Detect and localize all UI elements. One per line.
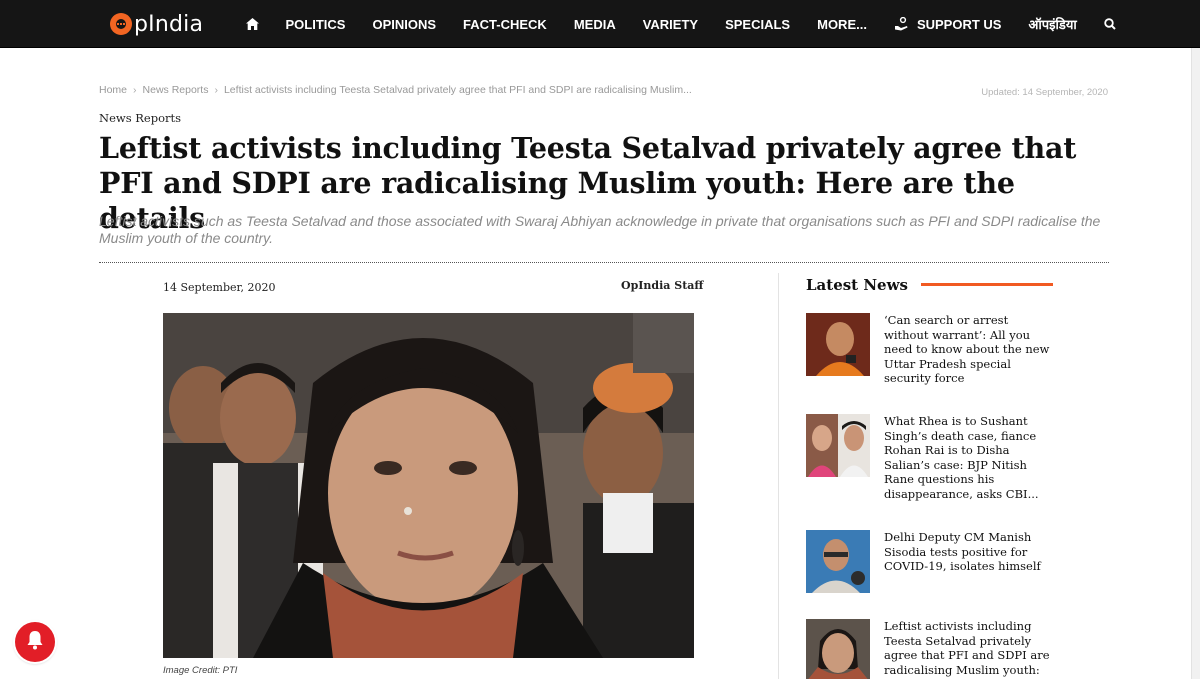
latest-news-item[interactable]: Delhi Deputy CM Manish Sisodia tests pos… (806, 530, 1056, 593)
news-thumbnail[interactable] (806, 313, 870, 376)
notification-bell-button[interactable] (15, 622, 55, 662)
latest-news-accent-line (921, 283, 1053, 286)
nav-support-us[interactable]: SUPPORT US (880, 17, 1015, 32)
home-icon (245, 18, 259, 30)
news-title[interactable]: What Rhea is to Sushant Singh’s death ca… (884, 414, 1054, 501)
news-thumbnail[interactable] (806, 414, 870, 477)
column-divider (778, 273, 779, 679)
nav-politics[interactable]: POLITICS (272, 17, 359, 32)
nav-search[interactable] (1090, 18, 1129, 30)
top-navigation-bar: pIndia POLITICS OPINIONS FACT-CHECK MEDI… (0, 0, 1200, 48)
breadcrumb-section[interactable]: News Reports (143, 84, 209, 96)
breadcrumb-current: Leftist activists including Teesta Setal… (223, 84, 692, 96)
donate-hand-icon (894, 17, 909, 31)
nav-more[interactable]: MORE... (804, 17, 881, 32)
nav-hindi[interactable]: ऑपइंडिया (1015, 15, 1090, 33)
nav-media[interactable]: MEDIA (560, 17, 629, 32)
news-thumbnail[interactable] (806, 619, 870, 679)
feature-image (163, 313, 694, 658)
breadcrumb-separator-icon: › (133, 84, 137, 96)
main-menu: POLITICS OPINIONS FACT-CHECK MEDIA VARIE… (232, 0, 1129, 48)
latest-news-item[interactable]: What Rhea is to Sushant Singh’s death ca… (806, 414, 1056, 501)
nav-home[interactable] (232, 18, 272, 30)
latest-news-item[interactable]: Leftist activists including Teesta Setal… (806, 619, 1056, 679)
breadcrumb-separator-icon: › (214, 84, 218, 96)
article-subtitle: Leftist activists such as Teesta Setalva… (99, 213, 1101, 246)
bell-icon (26, 630, 44, 654)
page-scrollbar[interactable] (1191, 48, 1200, 679)
breadcrumb: Home › News Reports › Leftist activists … (99, 84, 692, 96)
updated-date: Updated: 14 September, 2020 (981, 87, 1108, 98)
support-us-label: SUPPORT US (916, 16, 1002, 32)
image-caption: Image Credit: PTI (163, 665, 238, 676)
article-category[interactable]: News Reports (99, 111, 181, 125)
logo-mark-icon (110, 13, 132, 35)
news-title[interactable]: Delhi Deputy CM Manish Sisodia tests pos… (884, 530, 1054, 593)
nav-opinions[interactable]: OPINIONS (359, 17, 450, 32)
nav-fact-check[interactable]: FACT-CHECK (450, 17, 561, 32)
news-title[interactable]: ‘Can search or arrest without warrant’: … (884, 313, 1054, 386)
latest-news-heading: Latest News (806, 276, 908, 294)
nav-variety[interactable]: VARIETY (629, 17, 711, 32)
article-author[interactable]: OpIndia Staff (621, 279, 703, 292)
site-logo[interactable]: pIndia (110, 9, 203, 39)
latest-news-item[interactable]: ‘Can search or arrest without warrant’: … (806, 313, 1056, 386)
news-thumbnail[interactable] (806, 530, 870, 593)
news-title[interactable]: Leftist activists including Teesta Setal… (884, 619, 1054, 679)
breadcrumb-home[interactable]: Home (99, 84, 127, 96)
article-date: 14 September, 2020 (163, 281, 276, 294)
nav-specials[interactable]: SPECIALS (712, 17, 804, 32)
logo-text: pIndia (134, 11, 204, 37)
search-icon (1104, 18, 1116, 30)
divider (99, 262, 1109, 263)
